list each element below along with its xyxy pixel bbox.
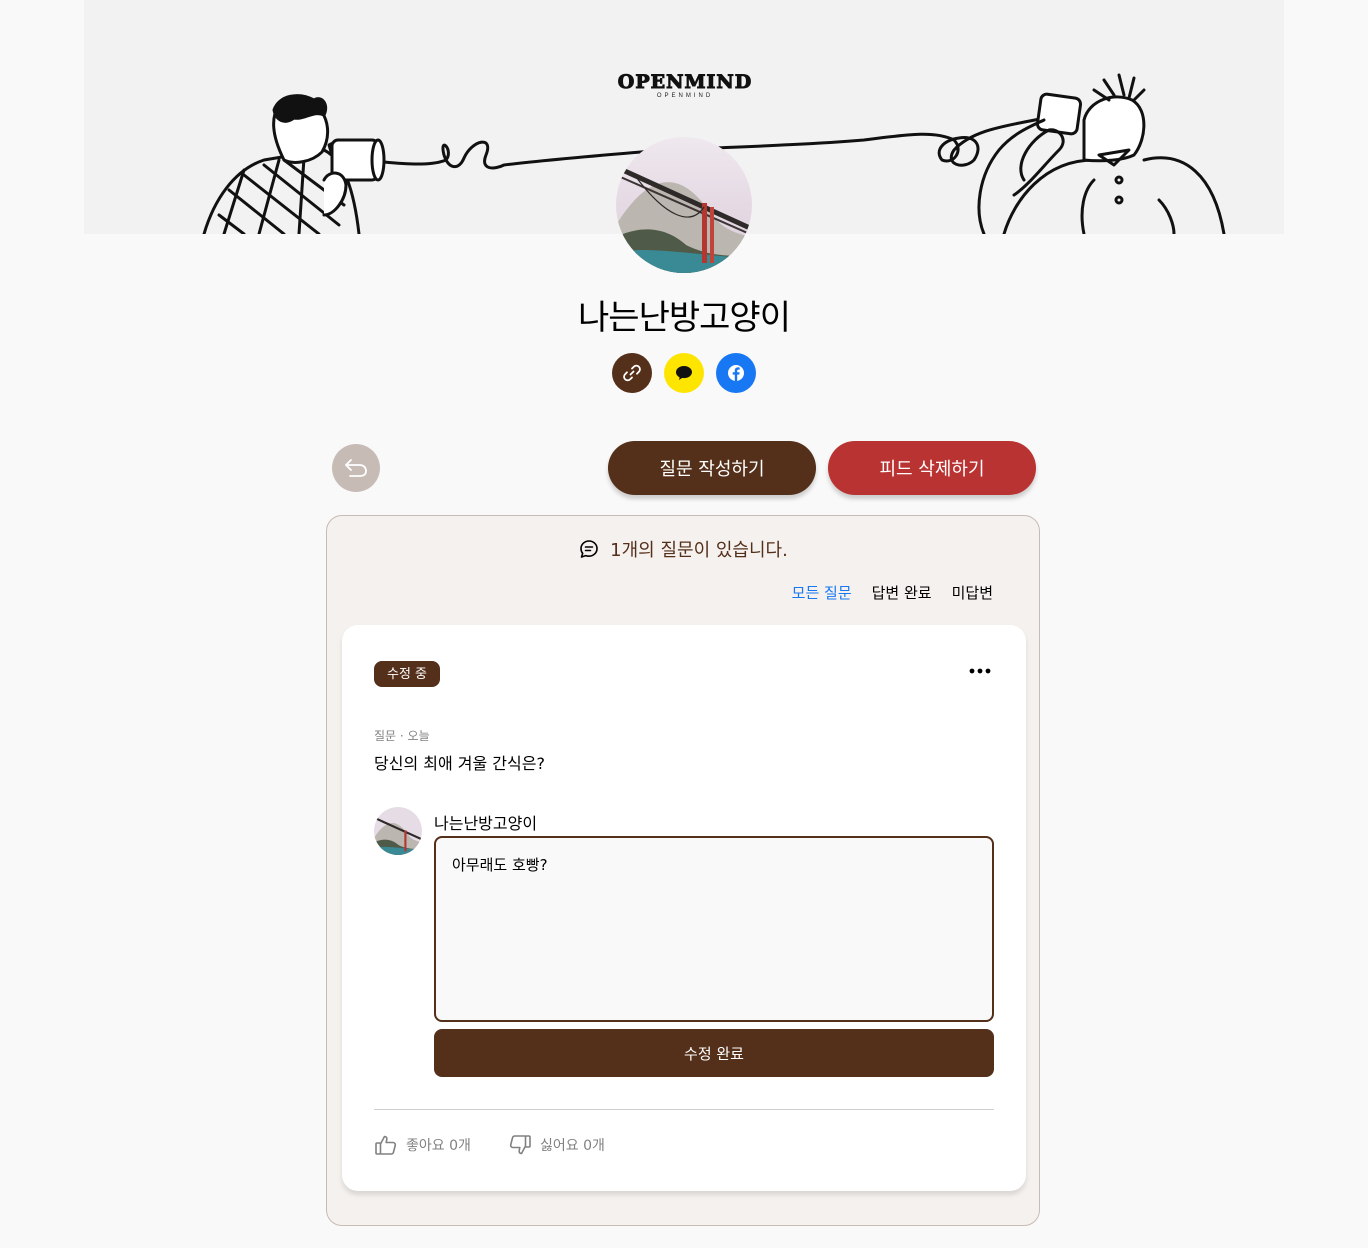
logo[interactable]: OPENMIND OPENMIND: [600, 71, 770, 100]
link-icon: [623, 364, 641, 382]
more-options-button[interactable]: [968, 659, 992, 683]
dislike-button[interactable]: 싫어요 0개: [508, 1133, 605, 1157]
question-count-text: 1개의 질문이 있습니다.: [610, 540, 788, 561]
filter-unanswered[interactable]: 미답변: [952, 582, 993, 603]
answerer-name: 나는난방고양이: [434, 814, 538, 833]
dislike-count: 싫어요 0개: [540, 1138, 605, 1154]
question-text: 당신의 최애 겨울 간식은?: [374, 754, 545, 773]
divider: [374, 1109, 994, 1110]
thumbs-down-icon: [509, 1135, 531, 1155]
question-feed: 1개의 질문이 있습니다. 모든 질문 답변 완료 미답변 수정 중 질문 · …: [326, 515, 1040, 1226]
share-link-button[interactable]: [612, 353, 652, 393]
like-count: 좋아요 0개: [406, 1138, 471, 1154]
status-badge: 수정 중: [374, 661, 441, 687]
logo-sub-text: OPENMIND: [656, 93, 714, 99]
kakao-icon: [676, 366, 692, 380]
bridge-photo-icon: [616, 137, 752, 273]
question-count: 1개의 질문이 있습니다.: [327, 536, 1039, 562]
thumbs-up-icon: [375, 1135, 397, 1155]
share-kakao-button[interactable]: [664, 353, 704, 393]
like-button[interactable]: 좋아요 0개: [374, 1133, 471, 1157]
facebook-icon: [728, 365, 744, 381]
answer-input[interactable]: 아무래도 호빵?: [434, 836, 994, 1022]
more-icon: [969, 668, 991, 674]
message-icon: [580, 540, 598, 558]
filter-all[interactable]: 모든 질문: [792, 582, 852, 603]
logo-main-text: OPENMIND: [617, 71, 753, 93]
profile-avatar: [616, 137, 752, 273]
ask-question-button[interactable]: 질문 작성하기: [608, 441, 816, 495]
question-meta: 질문 · 오늘: [374, 729, 430, 743]
filter-answered[interactable]: 답변 완료: [872, 582, 932, 603]
profile-name: 나는난방고양이: [578, 298, 791, 338]
feed-filters: 모든 질문 답변 완료 미답변: [792, 582, 993, 603]
answerer-avatar: [374, 807, 422, 855]
delete-feed-button[interactable]: 피드 삭제하기: [828, 441, 1036, 495]
submit-edit-button[interactable]: 수정 완료: [434, 1029, 994, 1077]
back-arrow-icon: [345, 459, 367, 477]
share-facebook-button[interactable]: [716, 353, 756, 393]
bridge-photo-icon: [374, 807, 422, 855]
question-card: 수정 중 질문 · 오늘 당신의 최애 겨울 간식은? 나는난방고양이 아무래도…: [342, 625, 1026, 1191]
back-button[interactable]: [332, 444, 380, 492]
